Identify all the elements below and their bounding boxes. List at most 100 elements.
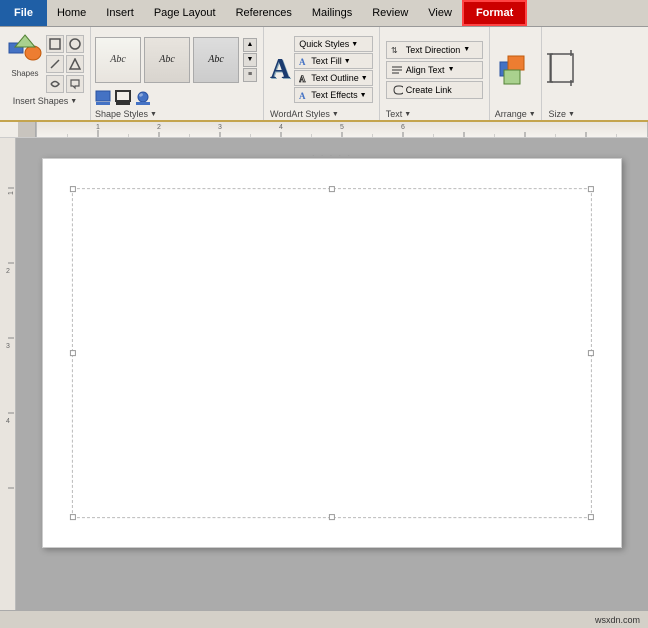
wordart-styles-text: WordArt Styles — [270, 109, 330, 119]
menu-insert[interactable]: Insert — [96, 0, 144, 26]
handle-bottom-center[interactable] — [329, 514, 335, 520]
shape-style-2[interactable]: Abc — [144, 37, 190, 83]
horizontal-ruler: 1 2 3 4 5 6 — [0, 122, 648, 138]
handle-bottom-left[interactable] — [70, 514, 76, 520]
text-expand-icon[interactable]: ▼ — [404, 111, 411, 118]
svg-text:A: A — [299, 57, 306, 66]
shape-styles-expand-icon[interactable]: ▼ — [150, 111, 157, 118]
text-outline-label: Text Outline — [311, 73, 359, 83]
svg-text:1: 1 — [96, 124, 100, 131]
shape-style-items: Abc Abc Abc — [95, 37, 239, 83]
handle-top-right[interactable] — [588, 186, 594, 192]
create-link-label: Create Link — [406, 85, 452, 95]
text-buttons-area: ⇅ Text Direction ▼ Align Text ▼ — [386, 31, 483, 108]
shape-styles-text: Shape Styles — [95, 109, 148, 119]
quick-styles-label: Quick Styles — [299, 39, 349, 49]
arrange-icon[interactable] — [498, 31, 532, 108]
text-box[interactable] — [72, 188, 592, 518]
shape-style-1[interactable]: Abc — [95, 37, 141, 83]
shape-small-4[interactable] — [66, 55, 84, 73]
insert-shapes-text: Insert Shapes — [13, 96, 69, 106]
shape-fill-btn[interactable] — [95, 90, 111, 106]
text-group: ⇅ Text Direction ▼ Align Text ▼ — [380, 27, 490, 120]
handle-top-left[interactable] — [70, 186, 76, 192]
wordart-icon: A — [270, 56, 290, 84]
shape-small-3[interactable] — [46, 55, 64, 73]
size-text: Size — [548, 109, 566, 119]
shape-outline-btn[interactable] — [115, 90, 131, 106]
align-text-label: Align Text — [406, 65, 445, 75]
menu-references[interactable]: References — [226, 0, 302, 26]
svg-text:2: 2 — [157, 124, 161, 131]
text-fill-btn[interactable]: A Text Fill ▼ — [294, 53, 372, 69]
scroll-up-btn[interactable]: ▲ — [243, 38, 257, 52]
insert-shapes-expand-icon[interactable]: ▼ — [70, 98, 77, 105]
menu-view[interactable]: View — [418, 0, 462, 26]
shape-style-3[interactable]: Abc — [193, 37, 239, 83]
arrange-group: Arrange ▼ — [490, 27, 542, 120]
handle-bottom-right[interactable] — [588, 514, 594, 520]
text-fill-arrow-icon: ▼ — [344, 58, 351, 65]
handle-middle-right[interactable] — [588, 350, 594, 356]
shape-small-5[interactable] — [46, 75, 64, 93]
handle-middle-left[interactable] — [70, 350, 76, 356]
menu-mailings[interactable]: Mailings — [302, 0, 362, 26]
shape-small-2[interactable] — [66, 35, 84, 53]
text-fill-label: Text Fill — [311, 56, 342, 66]
svg-text:4: 4 — [279, 124, 283, 131]
menu-file[interactable]: File — [0, 0, 47, 26]
shape-effects-btn[interactable] — [135, 90, 151, 106]
shapes-large-icon[interactable]: Shapes — [6, 31, 44, 81]
menu-format[interactable]: Format — [462, 0, 527, 26]
ribbon-row: Shapes — [0, 27, 648, 120]
align-text-arrow-icon: ▼ — [448, 66, 455, 73]
text-outline-arrow-icon: ▼ — [361, 75, 368, 82]
wordart-top-row: A Quick Styles ▼ A Text Fill ▼ — [270, 31, 373, 108]
svg-text:A: A — [299, 91, 306, 100]
size-expand-icon[interactable]: ▼ — [568, 111, 575, 118]
text-effects-arrow-icon: ▼ — [360, 92, 367, 99]
size-label: Size ▼ — [548, 108, 574, 120]
insert-shapes-label: Insert Shapes ▼ — [13, 95, 77, 107]
wordart-button-group: Quick Styles ▼ A Text Fill ▼ A Text Outl… — [294, 36, 372, 103]
align-text-btn[interactable]: Align Text ▼ — [386, 61, 483, 79]
small-shapes-grid — [46, 31, 84, 93]
menu-home[interactable]: Home — [47, 0, 96, 26]
shapes-row2 — [46, 55, 84, 73]
quick-styles-btn[interactable]: Quick Styles ▼ — [294, 36, 372, 52]
menu-review[interactable]: Review — [362, 0, 418, 26]
text-direction-label: Text Direction — [406, 45, 461, 55]
svg-text:1: 1 — [8, 191, 15, 195]
svg-text:3: 3 — [6, 343, 10, 350]
shape-small-6[interactable] — [66, 75, 84, 93]
main-canvas: · · · · · · · · · · — [16, 138, 648, 610]
arrange-label: Arrange ▼ — [495, 108, 536, 120]
app-window: File Home Insert Page Layout References … — [0, 0, 648, 628]
svg-text:A: A — [299, 74, 306, 83]
scroll-more-btn[interactable]: ≡ — [243, 68, 257, 82]
ruler-body: 1 2 3 4 5 6 — [36, 122, 648, 137]
below-ribbon: 1 2 3 4 5 6 — [0, 122, 648, 610]
text-direction-arrow-icon: ▼ — [463, 46, 470, 53]
arrange-expand-icon[interactable]: ▼ — [529, 111, 536, 118]
wordart-styles-expand-icon[interactable]: ▼ — [332, 111, 339, 118]
insert-shapes-group: Shapes — [0, 27, 91, 120]
ruler-corner — [18, 122, 36, 137]
svg-text:3: 3 — [218, 124, 222, 131]
text-effects-btn[interactable]: A Text Effects ▼ — [294, 87, 372, 103]
wordart-a-letter: A — [270, 56, 290, 84]
ribbon: Shapes — [0, 27, 648, 122]
size-icon[interactable] — [547, 31, 577, 108]
text-outline-btn[interactable]: A Text Outline ▼ — [294, 70, 372, 86]
create-link-btn[interactable]: Create Link — [386, 81, 483, 99]
shapes-row3 — [46, 75, 84, 93]
text-effects-label: Text Effects — [311, 90, 357, 100]
scroll-down-btn[interactable]: ▼ — [243, 53, 257, 67]
resize-dots-top: · · · · · — [312, 151, 352, 160]
svg-text:4: 4 — [6, 418, 10, 425]
text-direction-btn[interactable]: ⇅ Text Direction ▼ — [386, 41, 483, 59]
shape-small-1[interactable] — [46, 35, 64, 53]
handle-top-center[interactable] — [329, 186, 335, 192]
vertical-ruler: 1 2 3 4 — [0, 138, 16, 610]
menu-page-layout[interactable]: Page Layout — [144, 0, 226, 26]
